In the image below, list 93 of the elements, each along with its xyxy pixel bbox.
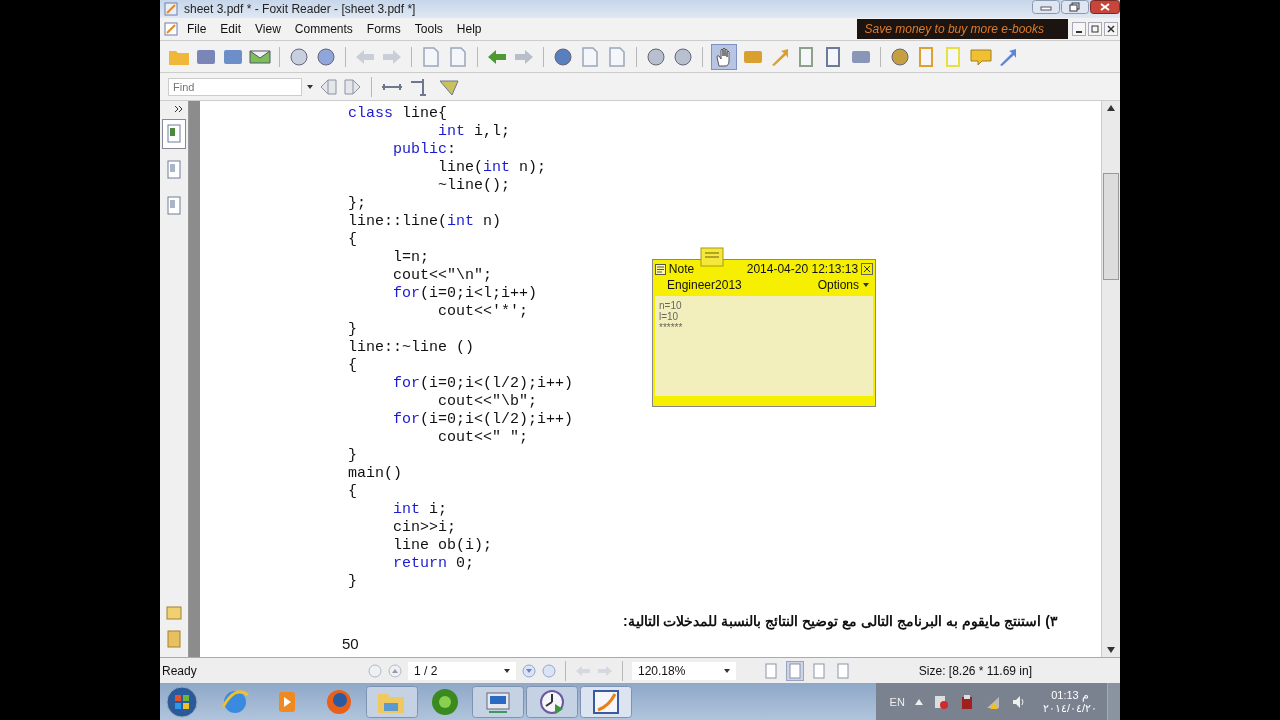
next-page-icon[interactable] — [522, 663, 536, 678]
page-field[interactable]: 1 / 2 — [414, 663, 438, 678]
code-line: for(i=0;i<(l/2);i++) — [392, 411, 574, 429]
menu-item[interactable]: View — [250, 22, 286, 36]
dropdown-caret-icon[interactable] — [724, 668, 730, 673]
code-line: cout<<'*'; — [437, 303, 529, 321]
code-line: class line{ — [348, 105, 448, 123]
code-line: for(i=0;i<l;i++) — [392, 285, 538, 303]
start-button[interactable] — [166, 685, 198, 718]
code-line: } — [348, 447, 357, 465]
code-line: cout<<"\n"; — [392, 267, 493, 285]
note-body[interactable]: n=10 l=10 ****** — [655, 296, 873, 396]
ad-banner[interactable]: Save money to buy more e-books — [856, 19, 1068, 39]
code-line: int i; — [392, 501, 448, 519]
next-result-icon[interactable] — [343, 77, 363, 96]
menu-item[interactable]: Help — [451, 22, 487, 36]
foxit-reader-button[interactable] — [580, 685, 632, 718]
code-line: { — [348, 357, 357, 375]
scroll-up-icon[interactable] — [1107, 105, 1115, 111]
single-page-view-button[interactable] — [762, 660, 780, 681]
note-text: ****** — [659, 322, 683, 333]
note-date: 2014-04-20 12:13:13 — [746, 262, 859, 276]
code-line: } — [348, 573, 357, 591]
clock-date[interactable]: ٢٠١٤/٠٤/٢٠ — [1042, 701, 1097, 715]
signature-panel-icon[interactable] — [165, 629, 183, 649]
find-field[interactable]: Find — [168, 77, 302, 96]
attachment-panel-icon[interactable] — [165, 603, 183, 623]
close-button[interactable] — [1104, 22, 1118, 36]
orb-app-icon[interactable] — [430, 686, 460, 717]
menu-item[interactable]: File — [182, 22, 212, 36]
code-line: }; — [348, 195, 366, 213]
close-button[interactable] — [861, 263, 873, 275]
note-text: n=10 — [659, 300, 682, 311]
code-line: public: — [392, 141, 457, 159]
dropdown-caret-icon[interactable] — [863, 283, 869, 287]
code-line: main() — [348, 465, 402, 483]
restore-button[interactable] — [1061, 0, 1089, 14]
last-page-icon[interactable] — [542, 663, 556, 678]
code-line: } — [348, 321, 357, 339]
menu-item[interactable]: Forms — [361, 22, 406, 36]
code-line: for(i=0;i<(l/2);i++) — [392, 375, 574, 393]
code-line: l=n; — [392, 249, 429, 267]
code-line: line ob(i); — [392, 537, 493, 555]
question-text: ٣) استنتج مايقوم به البرنامج التالى مع توضيح النتائج بالنسبة للمدخلات التالية: — [621, 612, 1058, 629]
page-icon[interactable] — [420, 46, 442, 67]
status-text: Ready — [162, 663, 198, 678]
minimize-button[interactable] — [1072, 22, 1086, 36]
page-label: 50 — [342, 635, 359, 652]
continuous-facing-view-button[interactable] — [834, 660, 852, 681]
dropdown-caret-icon[interactable] — [307, 84, 313, 89]
facing-view-button[interactable] — [810, 660, 828, 681]
scrollbar-thumb[interactable] — [1103, 173, 1119, 280]
remote-desktop-button[interactable] — [472, 685, 524, 718]
clock-time[interactable]: 01:13 م — [1051, 688, 1089, 702]
code-line: ~line(); — [437, 177, 511, 195]
code-line: int i,l; — [437, 123, 511, 141]
window-title: sheet 3.pdf * - Foxit Reader - [sheet 3.pdf *] — [184, 2, 417, 16]
bookmarks-tab[interactable] — [162, 119, 186, 149]
dropdown-caret-icon[interactable] — [504, 668, 510, 673]
code-line: return 0; — [392, 555, 475, 573]
code-line: cout<<"\b"; — [437, 393, 538, 411]
options-menu[interactable]: Options — [817, 278, 859, 292]
code-line: line(int n); — [437, 159, 547, 177]
close-button[interactable] — [1090, 0, 1120, 14]
note-icon — [655, 263, 666, 275]
previous-page-icon[interactable] — [388, 663, 402, 678]
hand-tool-button[interactable] — [711, 43, 737, 70]
show-hidden-icon[interactable] — [914, 698, 923, 705]
note-author: Engineer2013 — [667, 278, 742, 292]
code-line: { — [348, 483, 357, 501]
file-explorer-button[interactable] — [366, 685, 418, 718]
first-page-icon[interactable] — [368, 663, 382, 678]
menu-item[interactable]: Tools — [409, 22, 448, 36]
clock-app-button[interactable] — [526, 685, 578, 718]
page-size-text: Size: [8.26 * 11.69 in] — [918, 663, 1032, 678]
app-icon — [164, 2, 178, 16]
menu-item[interactable]: Edit — [215, 22, 247, 36]
comment-icon[interactable] — [970, 46, 992, 67]
continuous-view-button[interactable] — [786, 660, 804, 681]
page-icon[interactable] — [447, 46, 469, 67]
document-icon — [164, 22, 178, 36]
code-line: { — [348, 231, 357, 249]
note-text: l=10 — [659, 311, 679, 322]
scroll-down-icon[interactable] — [1107, 647, 1115, 653]
note-annotation-icon[interactable] — [700, 247, 724, 267]
code-line: cout<<" "; — [437, 429, 529, 447]
code-line: cin>>i; — [392, 519, 457, 537]
menu-item[interactable]: Comments — [289, 22, 358, 36]
collapse-icon[interactable] — [174, 105, 184, 113]
code-line: line::line(int n) — [348, 213, 502, 231]
code-line: line::~line () — [348, 339, 475, 357]
previous-result-icon[interactable] — [318, 77, 338, 96]
note-title: Note — [668, 262, 696, 276]
